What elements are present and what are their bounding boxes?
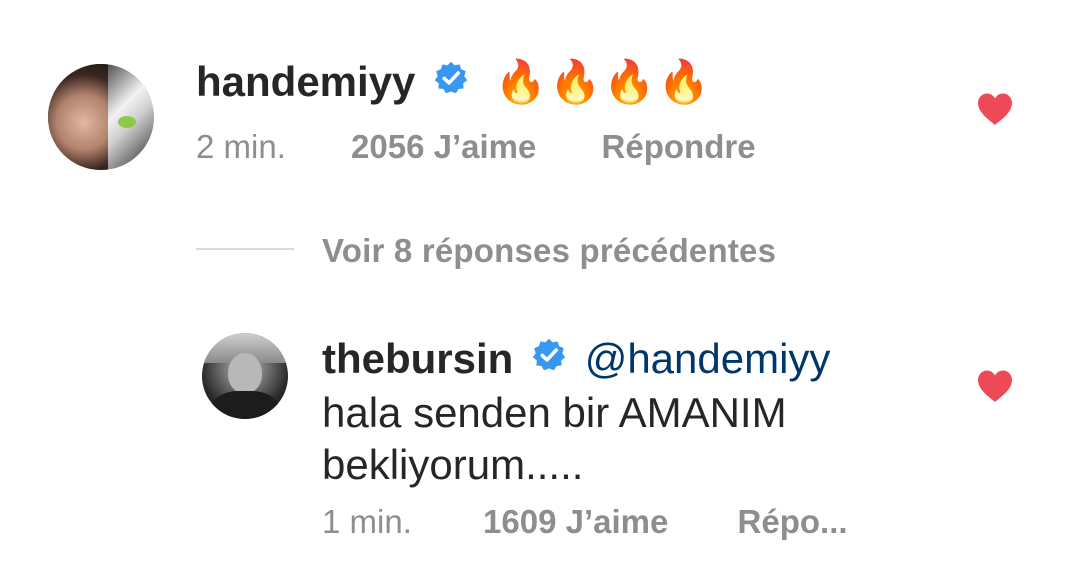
mention-link[interactable]: @handemiyy [585,335,831,382]
view-replies-label: Voir 8 réponses précédentes [322,232,777,269]
reply-text-line: bekliyorum..... [322,441,584,488]
reply-meta: 1 min. 1609 J’aime Répo... [322,503,848,541]
verified-badge-icon [433,56,469,108]
verified-badge-icon [531,333,567,385]
reply-button[interactable]: Répo... [738,503,848,541]
reply-time: 1 min. [322,503,412,540]
heart-icon[interactable] [976,369,1014,408]
reply-username[interactable]: thebursin [322,335,513,382]
like-count-button[interactable]: 1609 J’aime [483,503,668,541]
reply-button[interactable]: Répondre [602,128,756,166]
avatar[interactable] [202,333,288,419]
reply-text: hala senden bir AMANIM bekliyorum..... [322,387,787,491]
comment-text: 🔥🔥🔥🔥 [494,58,712,105]
like-count-button[interactable]: 2056 J’aime [351,128,536,166]
avatar[interactable] [48,64,154,170]
view-previous-replies[interactable]: Voir 8 réponses précédentes [196,226,816,274]
comment-meta: 2 min. 2056 J’aime Répondre [196,128,756,166]
comment-username[interactable]: handemiyy [196,58,415,105]
divider [196,248,294,250]
reply-text-line: hala senden bir AMANIM [322,389,787,436]
heart-icon[interactable] [976,92,1014,131]
comment-time: 2 min. [196,128,286,165]
